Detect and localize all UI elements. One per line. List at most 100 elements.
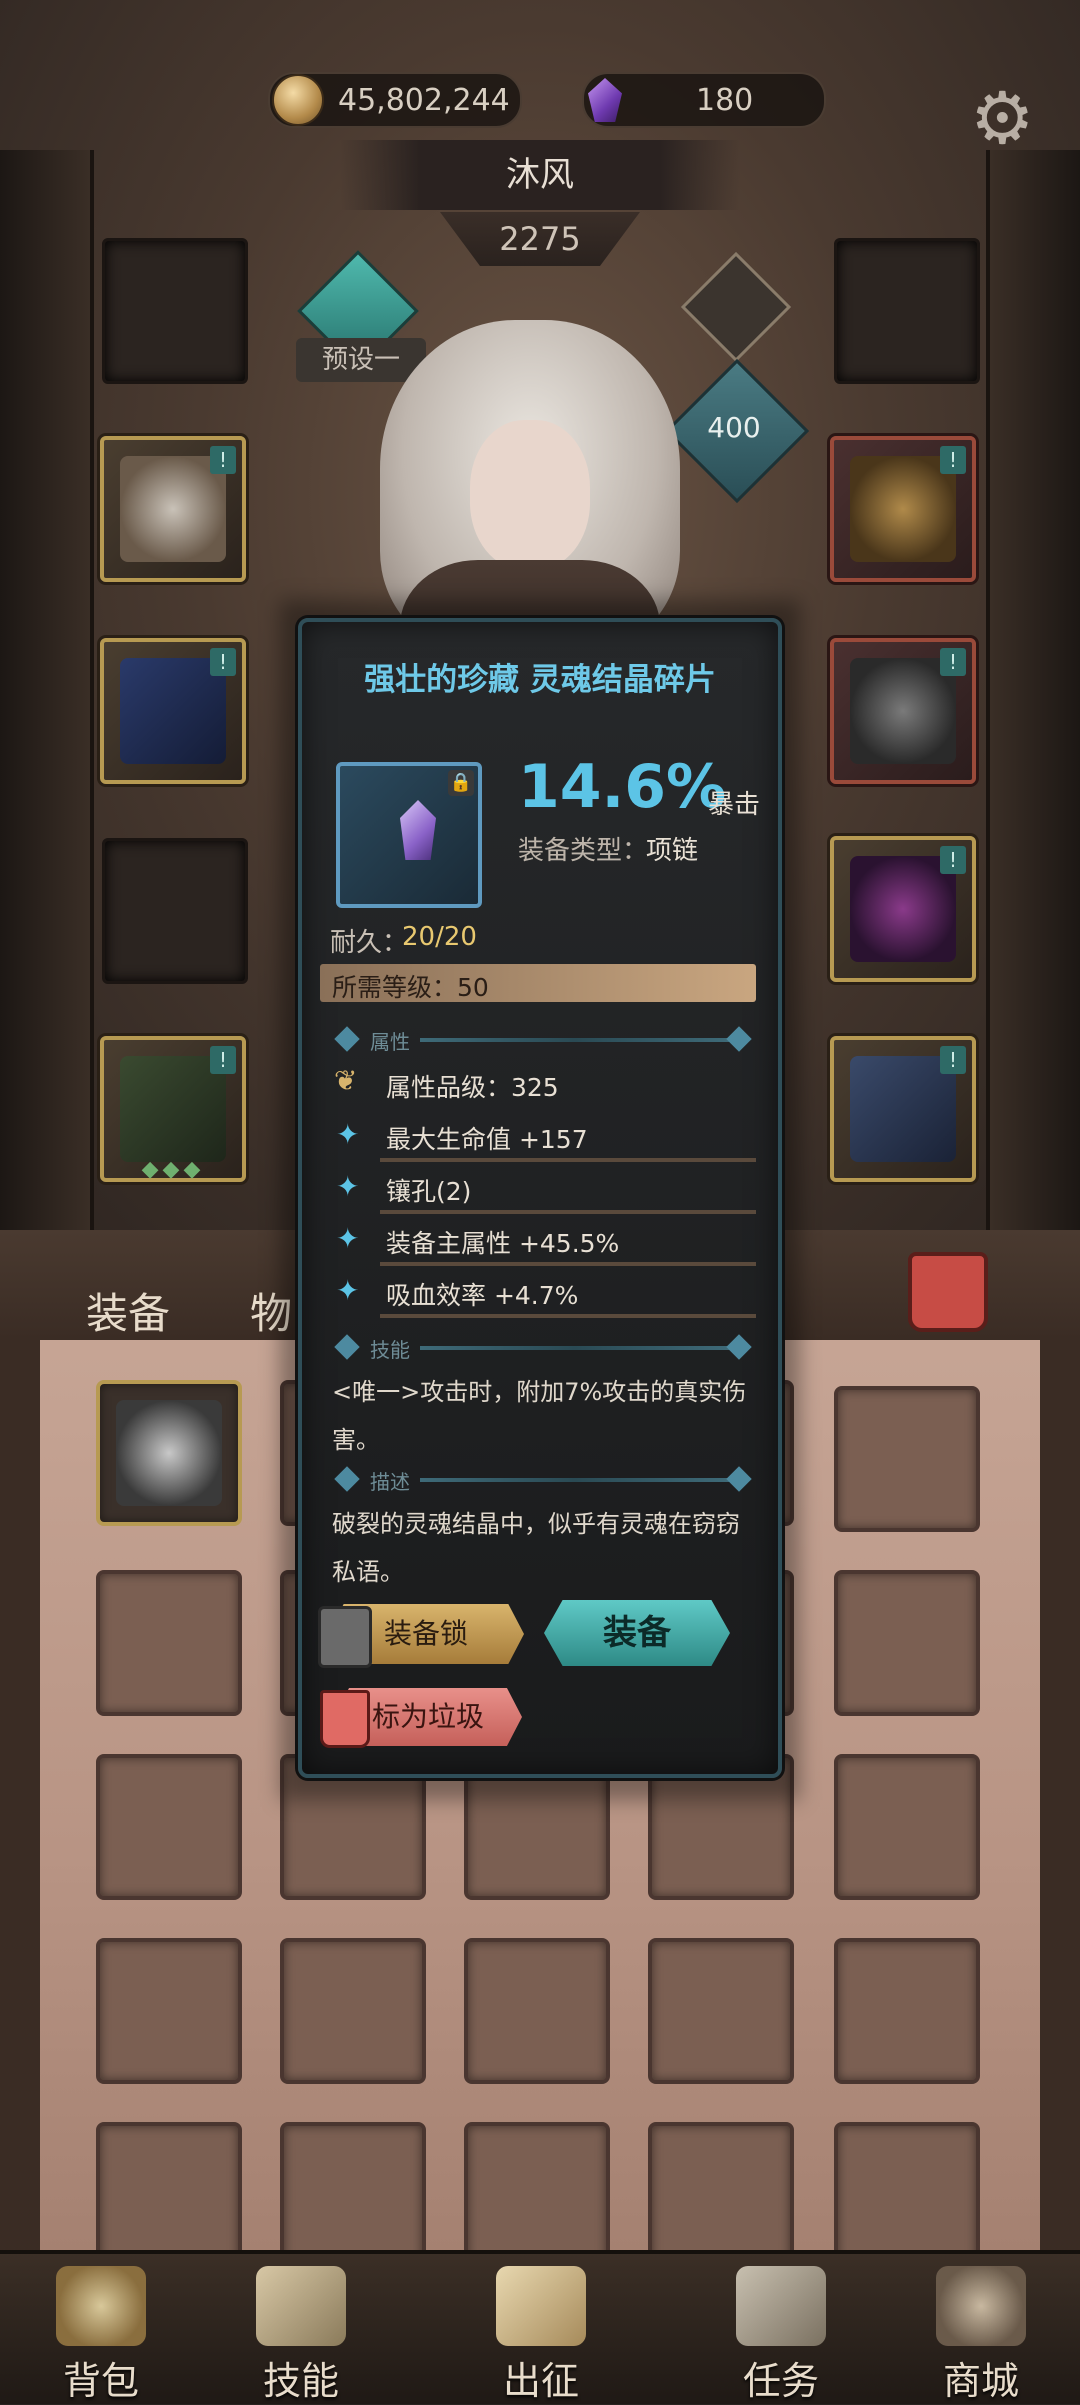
nav-skills-label: 技能: [262, 2359, 339, 2403]
main-stat-value: 14.6%: [518, 752, 727, 822]
nav-backpack[interactable]: 背包: [16, 2260, 186, 2403]
section-divider: [420, 1346, 730, 1350]
character-name: 沐风: [340, 140, 740, 210]
equip-button[interactable]: 装备: [544, 1600, 730, 1666]
inventory-slot[interactable]: [834, 1386, 980, 1532]
gold-display: 45,802,244: [268, 72, 522, 128]
upgrade-tag-icon: !: [940, 1046, 966, 1074]
upgrade-tag-icon: !: [210, 446, 236, 474]
item-title: 强壮的珍藏 灵魂结晶碎片: [364, 662, 716, 698]
upgrade-tag-icon: !: [940, 648, 966, 676]
attr-row: 装备主属性 +45.5%: [386, 1229, 620, 1258]
slot-armor[interactable]: !: [100, 436, 246, 582]
skill-text: <唯一>攻击时，附加7%攻击的真实伤害。: [332, 1378, 747, 1454]
section-skill: 技能: [370, 1338, 410, 1362]
nav-skills[interactable]: 技能: [216, 2260, 386, 2403]
inventory-slot[interactable]: [834, 1570, 980, 1716]
attr-divider: [380, 1158, 756, 1162]
padlock-icon: [318, 1606, 372, 1668]
item-icon-frame: 🔒: [336, 762, 482, 908]
gem-display: 180: [582, 72, 826, 128]
backpack-icon: [56, 2266, 146, 2346]
nav-backpack-label: 背包: [62, 2359, 139, 2403]
gem-amount: 180: [696, 82, 754, 118]
nav-quests-label: 任务: [742, 2359, 819, 2403]
slot-weapon[interactable]: !: [100, 638, 246, 784]
slot-cape[interactable]: !: [830, 1036, 976, 1182]
inventory-slot[interactable]: [96, 1570, 242, 1716]
star-icon: ✦: [336, 1170, 360, 1203]
inventory-slot[interactable]: [464, 1938, 610, 2084]
slot-helmet[interactable]: [102, 238, 248, 384]
preset-label[interactable]: 预设一: [296, 338, 426, 382]
inventory-slot[interactable]: [96, 1754, 242, 1900]
frame-right: [986, 150, 1080, 1230]
lock-icon: 🔒: [448, 770, 474, 796]
durability-label: 耐久：: [330, 928, 409, 958]
durability-value: 20/20: [402, 922, 477, 952]
slot-ring[interactable]: !: [830, 436, 976, 582]
star-icon: ✦: [336, 1118, 360, 1151]
skill-book-icon: [256, 2266, 346, 2346]
main-stat-name: 暴击: [708, 790, 761, 820]
attr-divider: [380, 1210, 756, 1214]
inventory-slot[interactable]: [96, 2122, 242, 2268]
upgrade-tag-icon: !: [210, 1046, 236, 1074]
necklace-icon: [400, 800, 436, 860]
inventory-slot[interactable]: [464, 2122, 610, 2268]
mask-item-icon: [116, 1400, 222, 1506]
inventory-slot[interactable]: [648, 1938, 794, 2084]
slot-gloves[interactable]: !: [830, 638, 976, 784]
slot-pants[interactable]: [102, 838, 248, 984]
frame-left: [0, 150, 94, 1230]
trash-bin-icon[interactable]: [908, 1252, 988, 1332]
equip-type-value: 项链: [646, 836, 699, 866]
nav-quests[interactable]: 任务: [696, 2260, 866, 2403]
trash-can-icon: [320, 1690, 370, 1748]
upgrade-tag-icon: !: [940, 846, 966, 874]
star-icon: ✦: [336, 1222, 360, 1255]
nav-expedition[interactable]: 出征: [456, 2260, 626, 2403]
attr-divider: [380, 1314, 756, 1318]
section-desc: 描述: [370, 1470, 410, 1494]
equip-type-label: 装备类型：: [518, 836, 649, 866]
attr-grade: 属性品级：325: [386, 1073, 559, 1102]
slot-accessory[interactable]: !: [830, 836, 976, 982]
gold-amount: 45,802,244: [338, 82, 510, 118]
lotus-icon: ❦: [334, 1064, 358, 1097]
star-icon: ✦: [336, 1274, 360, 1307]
section-attributes: 属性: [370, 1030, 410, 1054]
inventory-edge-left: [0, 1230, 40, 2270]
inventory-slot[interactable]: [96, 1938, 242, 2084]
nav-shop-label: 商城: [942, 2359, 1019, 2403]
upgrade-tag-icon: !: [940, 446, 966, 474]
inventory-slot[interactable]: [648, 2122, 794, 2268]
inventory-slot[interactable]: [280, 1938, 426, 2084]
inventory-slot[interactable]: [834, 1754, 980, 1900]
attr-row: 最大生命值 +157: [386, 1125, 588, 1154]
hero-face: [470, 420, 590, 570]
shop-crown-icon: [936, 2266, 1026, 2346]
section-divider: [420, 1478, 730, 1482]
nav-shop[interactable]: 商城: [896, 2260, 1066, 2403]
gold-coin-icon: [272, 74, 324, 126]
inventory-edge-right: [1040, 1230, 1080, 2270]
nav-expedition-label: 出征: [502, 2359, 579, 2403]
inventory-slot[interactable]: [834, 2122, 980, 2268]
inventory-slot[interactable]: [280, 2122, 426, 2268]
required-level: 所需等级：50: [332, 973, 489, 1002]
upgrade-tag-icon: !: [210, 648, 236, 676]
attr-divider: [380, 1262, 756, 1266]
section-divider: [420, 1038, 730, 1042]
purple-gem-icon: [588, 78, 622, 122]
slot-boots[interactable]: ! ◆◆◆: [100, 1036, 246, 1182]
inventory-slot[interactable]: [834, 1938, 980, 2084]
scroll-icon: [736, 2266, 826, 2346]
attr-row: 吸血效率 +4.7%: [386, 1281, 579, 1310]
socket-gems-icon: ◆◆◆: [141, 1157, 205, 1182]
slot-necklace[interactable]: [834, 238, 980, 384]
settings-gear-icon[interactable]: ⚙: [970, 82, 1035, 154]
level-value: 400: [707, 411, 761, 444]
tab-equipment[interactable]: 装备: [86, 1280, 170, 1341]
inventory-slot[interactable]: [96, 1380, 242, 1526]
